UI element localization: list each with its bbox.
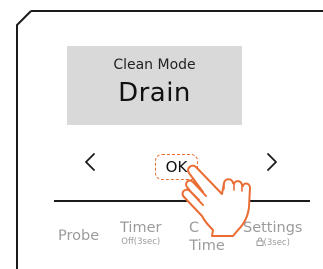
probe-label: Probe [58, 228, 100, 244]
mode-value: Drain [118, 78, 191, 108]
next-button[interactable] [261, 150, 283, 174]
probe-button[interactable]: Probe [58, 228, 99, 245]
timer-button[interactable]: Timer Off(3sec) [120, 220, 161, 248]
divider [54, 200, 310, 202]
chevron-left-icon [85, 153, 95, 171]
mode-display: Clean Mode Drain [67, 46, 242, 125]
previous-button[interactable] [79, 150, 101, 174]
cook-time-button[interactable]: C Time [187, 220, 227, 255]
ok-button[interactable]: OK [155, 154, 198, 180]
cook-time-label-bottom: Time [189, 238, 225, 254]
mode-label: Clean Mode [113, 57, 196, 73]
timer-label: Timer [120, 220, 162, 236]
timer-sub-label: Off(3sec) [121, 237, 161, 247]
settings-sub-text: (3sec) [263, 238, 290, 248]
settings-label: Settings [243, 220, 303, 236]
settings-sub-label: (3sec) [243, 237, 302, 249]
settings-button[interactable]: Settings (3sec) [243, 220, 302, 249]
cook-time-label-top: C [189, 220, 200, 236]
lock-icon [256, 237, 264, 246]
chevron-right-icon [267, 153, 277, 171]
ok-label: OK [165, 158, 188, 176]
